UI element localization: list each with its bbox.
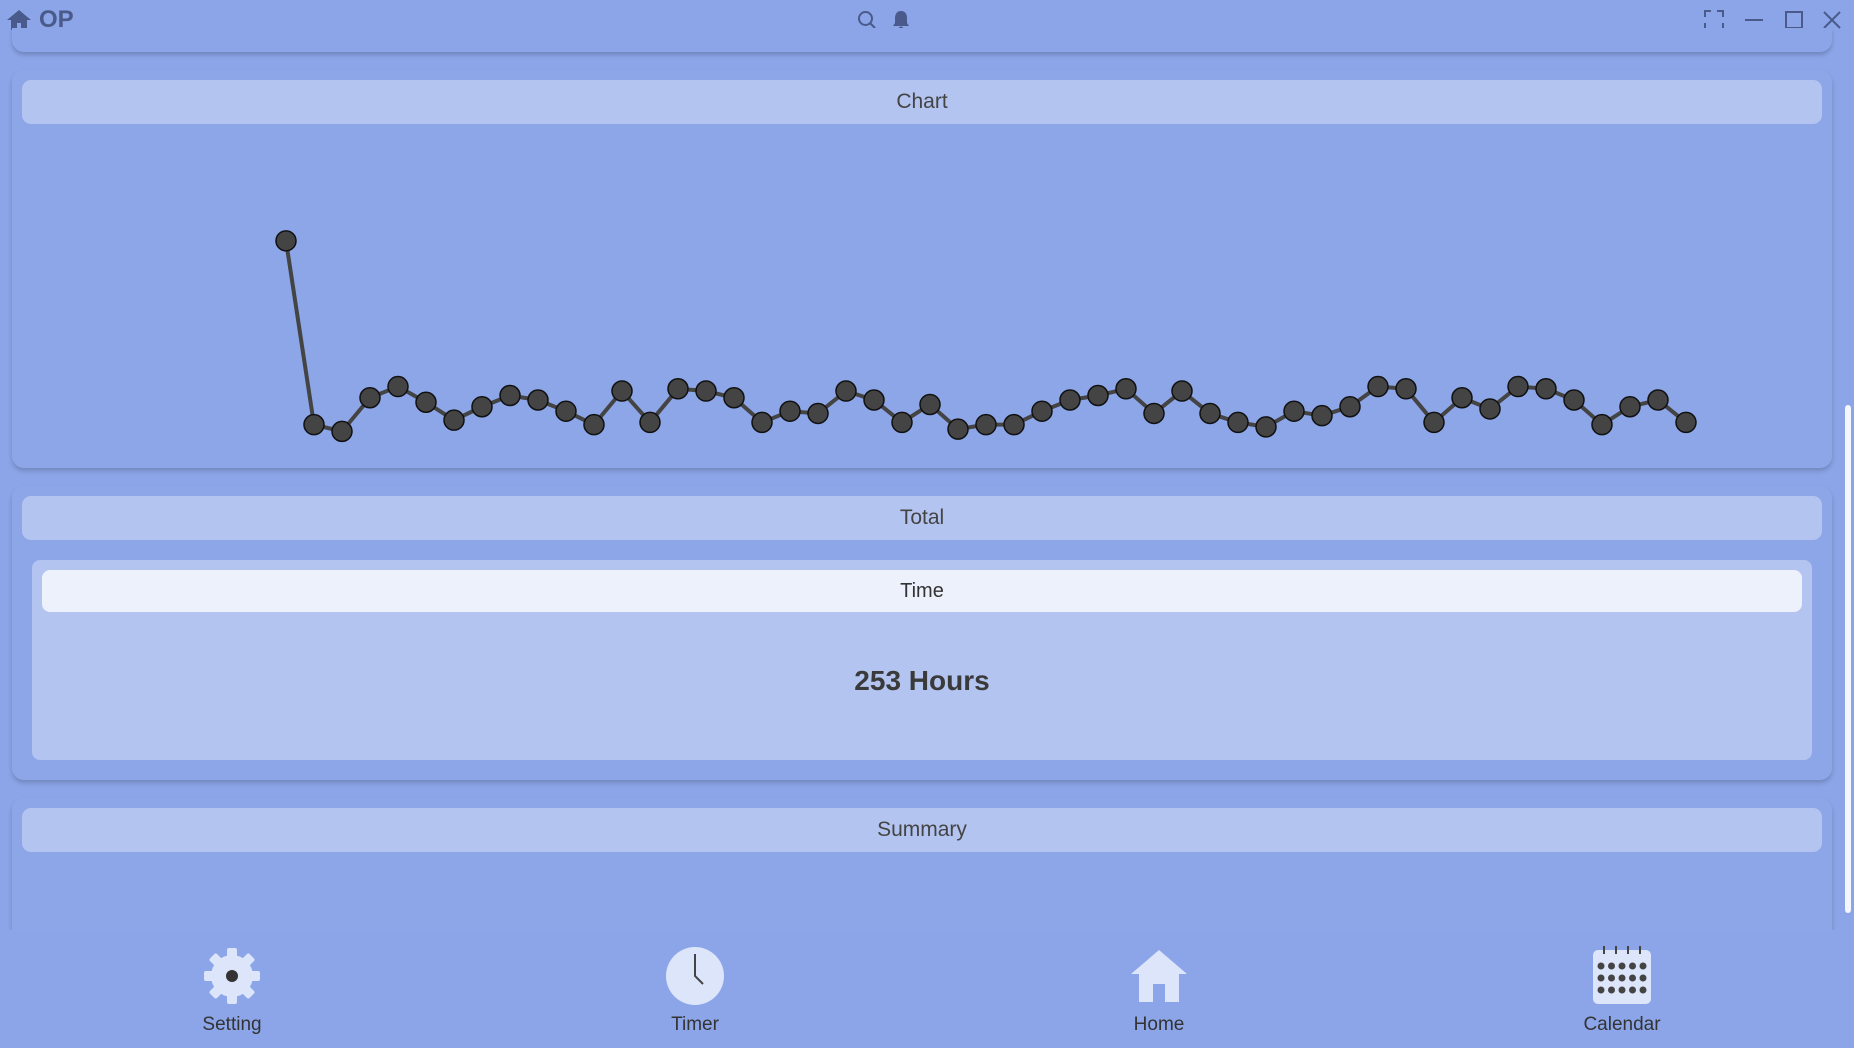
total-card: Total Time 253 Hours <box>12 486 1832 780</box>
data-point[interactable] <box>415 391 437 413</box>
bottom-nav: Setting Timer Home Calendar <box>0 930 1854 1048</box>
data-point[interactable] <box>611 380 633 402</box>
data-point[interactable] <box>331 420 353 443</box>
data-point[interactable] <box>359 387 381 409</box>
summary-card-header: Summary <box>22 808 1822 852</box>
nav-setting[interactable]: Setting <box>132 930 332 1048</box>
nav-timer-label: Timer <box>671 1014 719 1035</box>
previous-card-edge <box>12 28 1832 52</box>
data-point[interactable] <box>443 409 465 431</box>
data-point[interactable] <box>1479 398 1501 420</box>
data-point[interactable] <box>695 380 717 402</box>
data-point[interactable] <box>807 402 829 425</box>
data-point[interactable] <box>1003 413 1025 436</box>
data-point[interactable] <box>1619 395 1641 418</box>
data-point[interactable] <box>1255 416 1277 438</box>
data-point[interactable] <box>947 418 969 440</box>
data-point[interactable] <box>1143 402 1165 425</box>
data-point[interactable] <box>471 395 493 418</box>
data-point[interactable] <box>639 411 661 434</box>
search-icon[interactable] <box>857 10 877 30</box>
data-point[interactable] <box>1031 400 1053 422</box>
data-point[interactable] <box>1367 375 1389 398</box>
data-point[interactable] <box>1199 402 1221 425</box>
data-point[interactable] <box>1423 411 1445 434</box>
data-point[interactable] <box>555 400 577 422</box>
data-point[interactable] <box>1339 395 1361 418</box>
total-card-header: Total <box>22 496 1822 540</box>
data-point[interactable] <box>751 411 773 434</box>
clock-icon <box>666 947 724 1005</box>
data-point[interactable] <box>1647 389 1669 411</box>
data-point[interactable] <box>1563 389 1585 411</box>
nav-timer[interactable]: Timer <box>595 930 795 1048</box>
series-line <box>284 240 1688 434</box>
data-point[interactable] <box>1227 411 1249 434</box>
nav-home-label: Home <box>1133 1014 1185 1035</box>
data-point[interactable] <box>1591 413 1613 436</box>
data-point[interactable] <box>1451 387 1473 409</box>
data-point[interactable] <box>1283 400 1305 422</box>
data-point[interactable] <box>1059 389 1081 411</box>
calendar-icon <box>1593 946 1651 1004</box>
data-point[interactable] <box>919 393 941 416</box>
data-point[interactable] <box>975 413 997 436</box>
nav-home[interactable]: Home <box>1059 930 1259 1048</box>
data-point[interactable] <box>303 413 325 436</box>
gear-icon <box>204 948 260 1004</box>
chart-card-header: Chart <box>22 80 1822 124</box>
data-point[interactable] <box>1507 375 1529 398</box>
data-point[interactable] <box>1087 384 1109 407</box>
data-point[interactable] <box>1115 378 1137 400</box>
data-point[interactable] <box>1675 411 1697 434</box>
data-point[interactable] <box>779 400 801 422</box>
data-point[interactable] <box>1171 380 1193 402</box>
data-point[interactable] <box>387 375 409 398</box>
data-point[interactable] <box>723 387 745 409</box>
nav-setting-label: Setting <box>202 1014 262 1035</box>
nav-calendar[interactable]: Calendar <box>1522 930 1722 1048</box>
data-point[interactable] <box>583 413 605 436</box>
scrollbar[interactable] <box>1845 405 1851 913</box>
data-point[interactable] <box>499 384 521 407</box>
time-card: Time 253 Hours <box>32 560 1812 760</box>
data-point[interactable] <box>863 389 885 411</box>
data-point[interactable] <box>1311 404 1333 427</box>
chart-card: Chart 26/05/1026/05/0926/05/0626/04/0726… <box>12 70 1832 468</box>
data-point[interactable] <box>1535 378 1557 400</box>
total-time-value: 253 Hours <box>854 665 990 696</box>
nav-calendar-label: Calendar <box>1583 1014 1661 1035</box>
time-card-header: Time <box>42 570 1802 612</box>
home-icon <box>1131 950 1187 1002</box>
data-point[interactable] <box>835 380 857 402</box>
data-point[interactable] <box>1395 378 1417 400</box>
data-point[interactable] <box>275 230 297 252</box>
data-point[interactable] <box>527 389 549 411</box>
data-point[interactable] <box>667 378 689 400</box>
data-point[interactable] <box>891 411 913 434</box>
line-chart: 26/05/1026/05/0926/05/0626/04/0726/04/05… <box>275 230 1697 443</box>
